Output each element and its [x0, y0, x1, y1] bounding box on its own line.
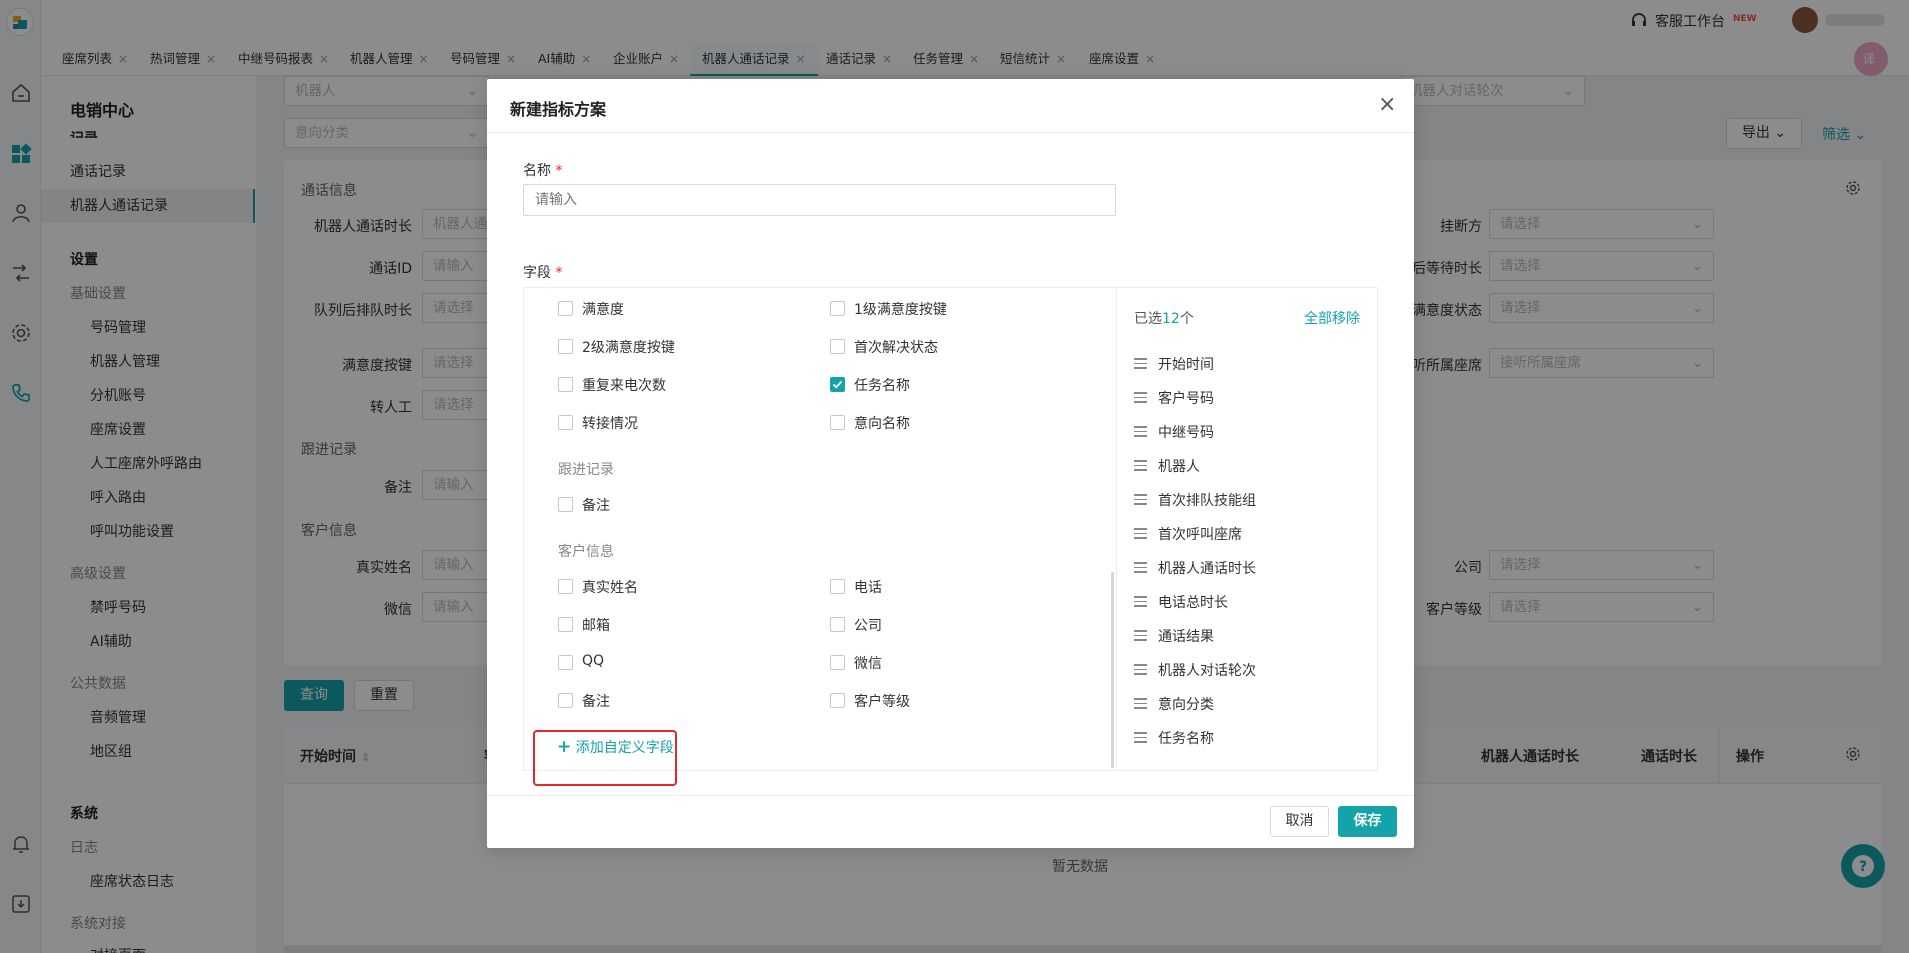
checkbox-satisfaction[interactable]	[558, 301, 573, 316]
check-icon	[832, 380, 843, 389]
option-label: 意向名称	[854, 416, 910, 432]
options-scrollbar[interactable]	[1111, 572, 1114, 768]
option-label: 备注	[582, 694, 610, 710]
selected-item: 电话总时长	[1158, 595, 1228, 611]
checkbox-follow-up-remark[interactable]	[558, 497, 573, 512]
drag-handle-icon[interactable]	[1134, 460, 1147, 471]
option-label: 公司	[854, 618, 882, 634]
selected-item: 机器人通话时长	[1158, 561, 1256, 577]
close-icon[interactable]: ×	[1378, 92, 1396, 118]
fields-label-text: 字段	[523, 265, 551, 281]
selected-item: 客户号码	[1158, 391, 1214, 407]
save-button[interactable]: 保存	[1338, 806, 1397, 837]
required-mark: *	[555, 265, 563, 281]
checkbox-customer-level[interactable]	[830, 693, 845, 708]
option-label: 备注	[582, 498, 610, 514]
checkbox-repeat-call-count[interactable]	[558, 377, 573, 392]
option-label: 电话	[854, 580, 882, 596]
checkbox-level2-satisfaction-key[interactable]	[558, 339, 573, 354]
checkbox-first-resolution-status[interactable]	[830, 339, 845, 354]
drag-handle-icon[interactable]	[1134, 732, 1147, 743]
checkbox-email[interactable]	[558, 617, 573, 632]
option-label: 真实姓名	[582, 580, 638, 596]
option-label: QQ	[582, 653, 605, 669]
selected-count: 已选12个	[1134, 308, 1194, 328]
drag-handle-icon[interactable]	[1134, 562, 1147, 573]
selected-suffix: 个	[1179, 311, 1194, 327]
selected-item: 机器人对话轮次	[1158, 663, 1256, 679]
selected-item: 机器人	[1158, 459, 1200, 475]
remove-all-button[interactable]: 全部移除	[1304, 308, 1360, 328]
drag-handle-icon[interactable]	[1134, 358, 1147, 369]
checkbox-wechat[interactable]	[830, 655, 845, 670]
drag-handle-icon[interactable]	[1134, 528, 1147, 539]
divider	[487, 132, 1414, 133]
group-follow-up: 跟进记录	[558, 462, 614, 478]
selected-prefix: 已选	[1134, 311, 1162, 327]
option-label: 转接情况	[582, 416, 638, 432]
dialog-title: 新建指标方案	[510, 100, 607, 119]
plus-icon: +	[557, 737, 572, 757]
checkbox-intent-name[interactable]	[830, 415, 845, 430]
name-label-text: 名称	[523, 163, 551, 179]
option-label: 2级满意度按键	[582, 340, 675, 356]
checkbox-real-name[interactable]	[558, 579, 573, 594]
picker-divider	[1116, 287, 1117, 771]
option-label: 1级满意度按键	[854, 302, 947, 318]
drag-handle-icon[interactable]	[1134, 630, 1147, 641]
selected-item: 意向分类	[1158, 697, 1214, 713]
option-label: 微信	[854, 656, 882, 672]
name-input[interactable]	[523, 184, 1116, 216]
option-label: 邮箱	[582, 618, 610, 634]
drag-handle-icon[interactable]	[1134, 494, 1147, 505]
field-picker	[523, 287, 1378, 771]
add-custom-field-button[interactable]: + 添加自定义字段	[557, 737, 674, 757]
drag-handle-icon[interactable]	[1134, 664, 1147, 675]
selected-item: 中继号码	[1158, 425, 1214, 441]
checkbox-customer-remark[interactable]	[558, 693, 573, 708]
selected-item: 首次呼叫座席	[1158, 527, 1242, 543]
selected-item: 任务名称	[1158, 731, 1214, 747]
option-label: 首次解决状态	[854, 340, 938, 356]
add-custom-field-label: 添加自定义字段	[575, 740, 674, 756]
drag-handle-icon[interactable]	[1134, 392, 1147, 403]
option-label: 重复来电次数	[582, 378, 666, 394]
divider	[487, 795, 1414, 796]
fields-label: 字段 *	[523, 262, 562, 282]
drag-handle-icon[interactable]	[1134, 596, 1147, 607]
checkbox-phone[interactable]	[830, 579, 845, 594]
selected-item: 首次排队技能组	[1158, 493, 1256, 509]
selected-item: 开始时间	[1158, 357, 1214, 373]
cancel-button[interactable]: 取消	[1270, 806, 1329, 837]
required-mark: *	[555, 163, 563, 179]
selected-item: 通话结果	[1158, 629, 1214, 645]
checkbox-qq[interactable]	[558, 655, 573, 670]
option-label: 客户等级	[854, 694, 910, 710]
checkbox-task-name[interactable]	[830, 377, 845, 392]
checkbox-level1-satisfaction-key[interactable]	[830, 301, 845, 316]
drag-handle-icon[interactable]	[1134, 426, 1147, 437]
group-customer-info: 客户信息	[558, 544, 614, 560]
option-label: 任务名称	[854, 378, 910, 394]
selected-count-number: 12	[1162, 311, 1180, 327]
option-label: 满意度	[582, 302, 624, 318]
checkbox-transfer-status[interactable]	[558, 415, 573, 430]
drag-handle-icon[interactable]	[1134, 698, 1147, 709]
checkbox-company[interactable]	[830, 617, 845, 632]
name-label: 名称 *	[523, 160, 562, 180]
